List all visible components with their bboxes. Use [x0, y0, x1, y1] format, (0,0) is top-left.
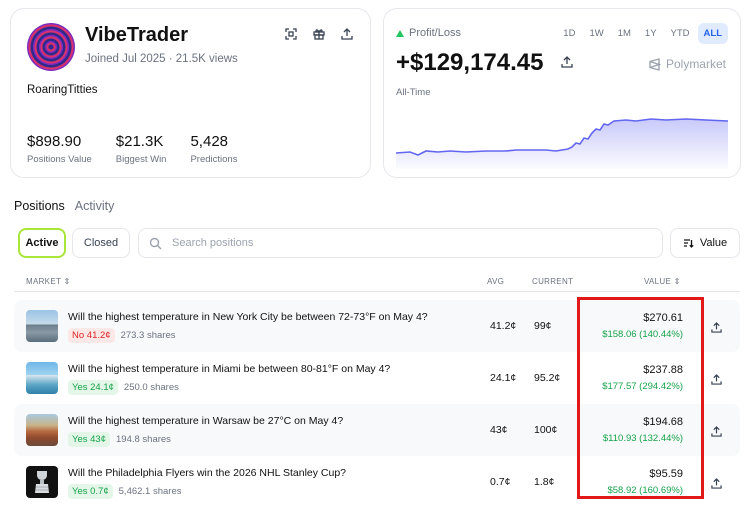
- stat-biggest-win: $21.3K Biggest Win: [116, 133, 167, 165]
- sort-icon: [683, 238, 694, 248]
- highlight-box: [577, 297, 704, 499]
- profile-tagline: RoaringTitties: [27, 84, 98, 96]
- market-thumbnail-warsaw: [26, 414, 58, 446]
- range-all[interactable]: ALL: [697, 23, 728, 44]
- sort-label: Value: [699, 237, 728, 249]
- stat-value: 5,428: [190, 133, 229, 150]
- stat-label: Predictions: [190, 154, 238, 165]
- market-thumbnail-stanley-cup: [26, 466, 58, 498]
- joined-info: Joined Jul 2025 · 21.5K views: [85, 53, 238, 65]
- share-icon[interactable]: [711, 372, 722, 390]
- gift-icon[interactable]: [312, 27, 326, 41]
- header-market-label: MARKET: [26, 277, 61, 286]
- polymarket-logo-icon: [649, 57, 661, 71]
- sort-arrows-icon: ⇕: [63, 277, 71, 286]
- trophy-icon: [35, 471, 49, 493]
- brand-name: Polymarket: [665, 57, 726, 71]
- filter-closed-button[interactable]: Closed: [72, 228, 130, 258]
- profile-stats: $898.90 Positions Value $21.3K Biggest W…: [27, 133, 261, 165]
- stat-label: Biggest Win: [115, 154, 167, 165]
- current-price: 99¢: [534, 320, 552, 332]
- share-icon[interactable]: [711, 476, 722, 494]
- range-1w[interactable]: 1W: [583, 23, 609, 44]
- avg-price: 43¢: [490, 424, 508, 436]
- header-value-label: VALUE: [644, 277, 672, 286]
- stat-positions-value: $898.90 Positions Value: [27, 133, 92, 165]
- range-selector: 1D 1W 1M 1Y YTD ALL: [557, 23, 728, 44]
- market-question[interactable]: Will the Philadelphia Flyers win the 202…: [68, 467, 346, 479]
- position-side-badge: Yes 24.1¢: [68, 380, 118, 395]
- search-icon: [149, 237, 162, 249]
- stat-value: $898.90: [27, 133, 82, 150]
- share-count: 194.8 shares: [116, 434, 171, 445]
- header-current: CURRENT: [532, 277, 574, 286]
- profile-card: VibeTrader Joined Jul 2025 · 21.5K views…: [10, 8, 371, 178]
- market-thumbnail-nyc: [26, 310, 58, 342]
- market-question[interactable]: Will the highest temperature in New York…: [68, 311, 428, 323]
- polymarket-brand: Polymarket: [648, 57, 726, 71]
- current-price: 95.2¢: [534, 372, 561, 384]
- share-count: 250.0 shares: [123, 382, 179, 393]
- username: VibeTrader: [85, 24, 189, 46]
- position-side-badge: Yes 0.7¢: [68, 484, 113, 499]
- range-ytd[interactable]: YTD: [665, 23, 696, 44]
- avg-price: 24.1¢: [490, 372, 517, 384]
- range-1m[interactable]: 1M: [612, 23, 637, 44]
- header-avg: AVG: [487, 277, 505, 286]
- share-icon[interactable]: [711, 320, 722, 338]
- scan-icon[interactable]: [284, 27, 298, 41]
- avatar[interactable]: [27, 23, 75, 71]
- share-count: 5,462.1 shares: [118, 486, 182, 497]
- tab-positions[interactable]: Positions: [14, 199, 65, 213]
- current-price: 1.8¢: [534, 476, 555, 488]
- pnl-chart: [396, 118, 728, 169]
- range-1y[interactable]: 1Y: [639, 23, 663, 44]
- pnl-card: Profit/Loss 1D 1W 1M 1Y YTD ALL +$129,17…: [383, 8, 741, 178]
- avg-price: 41.2¢: [490, 320, 517, 332]
- sort-value-button[interactable]: Value: [670, 228, 740, 258]
- positions-tabs: Positions Activity: [14, 199, 114, 213]
- share-icon[interactable]: [711, 424, 722, 442]
- search-box: [138, 228, 663, 258]
- market-thumbnail-miami: [26, 362, 58, 394]
- tab-activity[interactable]: Activity: [75, 199, 115, 213]
- header-market[interactable]: MARKET ⇕: [26, 277, 71, 286]
- position-side-badge: No 41.2¢: [68, 328, 115, 343]
- pnl-header: Profit/Loss: [396, 27, 461, 39]
- pnl-area: [396, 119, 728, 169]
- stat-predictions: 5,428 Predictions: [190, 133, 237, 165]
- share-icon[interactable]: [561, 55, 573, 73]
- filter-active-button[interactable]: Active: [18, 228, 66, 258]
- triangle-up-icon: [396, 29, 404, 37]
- header-value[interactable]: VALUE ⇕: [644, 277, 681, 286]
- market-question[interactable]: Will the highest temperature in Warsaw b…: [68, 415, 343, 427]
- header-divider: [14, 291, 740, 292]
- share-icon[interactable]: [340, 27, 354, 41]
- share-count: 273.3 shares: [120, 330, 176, 341]
- sort-arrows-icon: ⇕: [673, 277, 681, 286]
- stat-label: Positions Value: [27, 154, 92, 165]
- stat-value: $21.3K: [115, 133, 164, 150]
- position-side-badge: Yes 43¢: [68, 432, 110, 447]
- pnl-label: Profit/Loss: [409, 27, 461, 39]
- current-price: 100¢: [534, 424, 558, 436]
- pnl-range-label: All-Time: [396, 87, 431, 98]
- search-input[interactable]: [172, 237, 652, 249]
- market-question[interactable]: Will the highest temperature in Miami be…: [68, 363, 390, 375]
- range-1d[interactable]: 1D: [557, 23, 581, 44]
- pnl-amount: +$129,174.45: [396, 49, 544, 76]
- avg-price: 0.7¢: [490, 476, 511, 488]
